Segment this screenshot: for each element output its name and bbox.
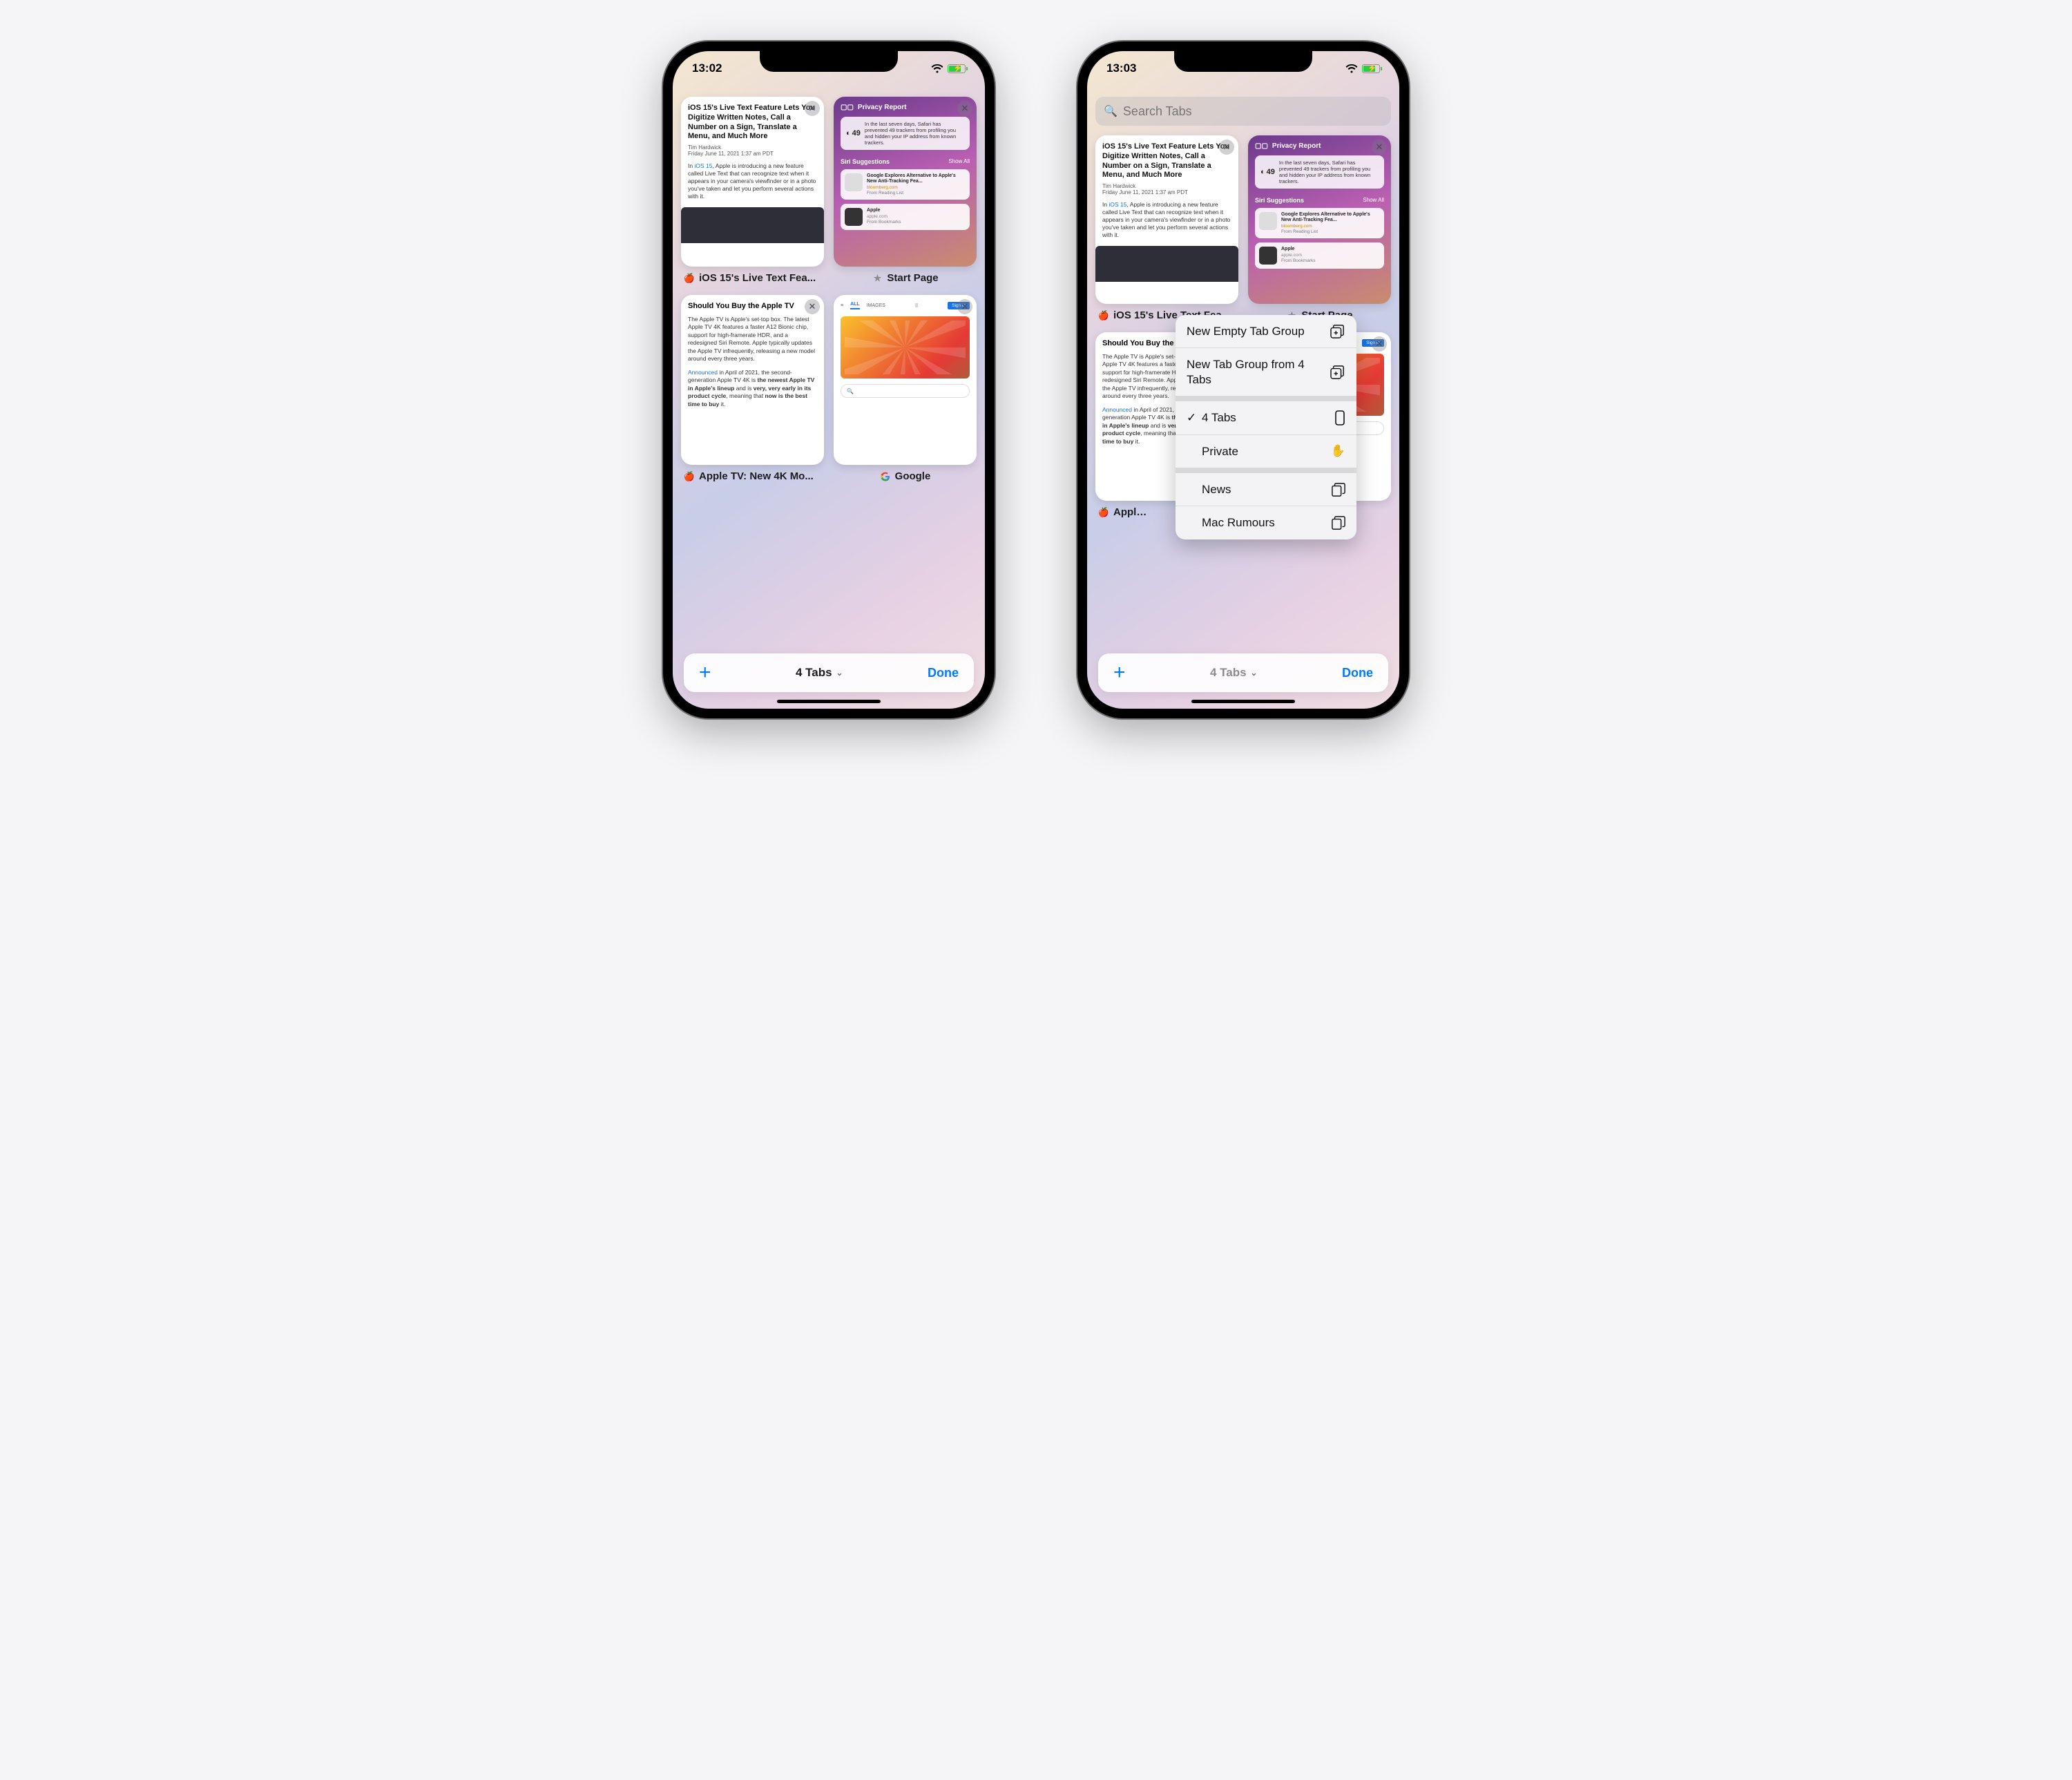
tab-group-menu: New Empty Tab Group New Tab Group from 4… (1176, 315, 1356, 539)
google-nav: ≡ ALL IMAGES ⠿ Sign in (838, 299, 972, 312)
embedded-image (681, 207, 824, 243)
screen-right: 13:03 ⚡ 🔍 ✕ iOS 15's Live Text Feature L… (1087, 51, 1399, 709)
squares-icon (1332, 483, 1345, 497)
home-indicator[interactable] (777, 700, 881, 703)
macrumors-icon: 🍎 (1098, 507, 1109, 518)
tab-title: 🍎 Apple TV: New 4K Mo... (681, 470, 824, 482)
close-tab-button[interactable]: ✕ (1372, 336, 1387, 352)
menu-separator (1176, 396, 1356, 401)
search-icon: 🔍 (1104, 104, 1117, 118)
menu-new-group-from-tabs[interactable]: New Tab Group from 4 Tabs (1176, 347, 1356, 396)
tab-thumbnail[interactable]: ✕ ▢▢Privacy Report ◐49In the last seven … (1248, 135, 1391, 304)
hand-icon: ✋ (1331, 444, 1345, 458)
macrumors-icon: 🍎 (1098, 310, 1109, 321)
menu-separator (1176, 468, 1356, 472)
suggestion-thumb (845, 173, 863, 191)
tab-card[interactable]: ✕ ▢▢Privacy Report ◐49In the last seven … (1248, 135, 1391, 321)
square-plus-icon (1330, 365, 1345, 379)
chevron-down-icon: ⌄ (1251, 668, 1258, 678)
status-icons: ⚡ (1345, 64, 1380, 73)
google-doodle (841, 316, 970, 379)
suggestion-row: Google Explores Alternative to Apple's N… (841, 169, 970, 200)
tab-thumbnail[interactable]: ✕ iOS 15's Live Text Feature Lets You Di… (681, 97, 824, 267)
notch (760, 51, 898, 72)
checkmark-icon: ✓ (1187, 411, 1199, 425)
close-tab-button[interactable]: ✕ (1219, 140, 1234, 155)
new-tab-button[interactable]: + (699, 661, 711, 685)
squares-icon (1332, 516, 1345, 530)
search-input[interactable] (1123, 104, 1383, 119)
close-tab-button[interactable]: ✕ (805, 101, 820, 116)
tab-card[interactable]: ✕ iOS 15's Live Text Feature Lets You Di… (681, 97, 824, 284)
close-tab-button[interactable]: ✕ (957, 101, 972, 116)
article-body: Announced in April of 2021, the second-g… (688, 369, 817, 408)
screen-left: 13:02 ⚡ ✕ iOS 15's Live Text Feature Let… (673, 51, 985, 709)
menu-new-empty-group[interactable]: New Empty Tab Group (1176, 315, 1356, 347)
bottom-toolbar: + 4 Tabs ⌄ Done (1098, 653, 1388, 692)
privacy-report-card: ◐49 In the last seven days, Safari has p… (841, 117, 970, 150)
notch (1174, 51, 1312, 72)
article-body: In iOS 15, Apple is introducing a new fe… (688, 162, 817, 200)
status-icons: ⚡ (931, 64, 966, 73)
menu-group-news[interactable]: News (1176, 472, 1356, 506)
tab-thumbnail[interactable]: ✕ ≡ ALL IMAGES ⠿ Sign in 🔍 (834, 295, 977, 465)
battery-icon: ⚡ (948, 64, 966, 73)
phone-icon (1334, 410, 1345, 425)
tab-thumbnail[interactable]: ✕ Should You Buy the Apple TV The Apple … (681, 295, 824, 465)
suggestion-row: Apple apple.com From Bookmarks (841, 204, 970, 230)
tab-thumbnail[interactable]: ✕ iOS 15's Live Text Feature Lets You Di… (1095, 135, 1238, 304)
tab-grid: ✕ iOS 15's Live Text Feature Lets You Di… (681, 97, 977, 482)
privacy-count: ◐49 (846, 129, 861, 137)
close-tab-button[interactable]: ✕ (957, 299, 972, 314)
wifi-icon (931, 64, 943, 73)
tab-title: 🍎 iOS 15's Live Text Fea... (681, 272, 824, 284)
article-headline: Should You Buy the Apple TV (688, 302, 817, 310)
tab-overview: ✕ iOS 15's Live Text Feature Lets You Di… (673, 90, 985, 709)
macrumors-icon: 🍎 (684, 273, 695, 284)
wifi-icon (1345, 64, 1358, 73)
done-button[interactable]: Done (928, 666, 959, 680)
new-tab-button[interactable]: + (1113, 661, 1126, 685)
siri-suggestions-header: Siri Suggestions Show All (841, 158, 970, 165)
star-icon: ★ (872, 273, 883, 284)
book-icon: ▢▢ (1255, 142, 1268, 150)
iphone-frame-right: 13:03 ⚡ 🔍 ✕ iOS 15's Live Text Feature L… (1077, 41, 1409, 718)
macrumors-icon: 🍎 (684, 471, 695, 482)
google-icon (880, 471, 891, 482)
tab-title: ★ Start Page (834, 272, 977, 284)
tab-card[interactable]: ✕ iOS 15's Live Text Feature Lets You Di… (1095, 135, 1238, 321)
menu-current-tabs[interactable]: ✓ 4 Tabs (1176, 401, 1356, 434)
tab-group-selector[interactable]: 4 Tabs ⌄ (796, 666, 843, 680)
privacy-report-header: ▢▢ Privacy Report (841, 104, 970, 111)
bottom-toolbar: + 4 Tabs ⌄ Done (684, 653, 974, 692)
tab-group-selector[interactable]: 4 Tabs ⌄ (1210, 666, 1258, 680)
tab-card[interactable]: ✕ ▢▢ Privacy Report ◐49 In the last seve… (834, 97, 977, 284)
google-search-box: 🔍 (841, 384, 970, 398)
book-icon: ▢▢ (841, 104, 854, 111)
menu-group-macrumours[interactable]: Mac Rumours (1176, 506, 1356, 539)
tab-card[interactable]: ✕ ≡ ALL IMAGES ⠿ Sign in 🔍 Goog (834, 295, 977, 482)
article-body: The Apple TV is Apple's set-top box. The… (688, 316, 817, 363)
status-time: 13:03 (1106, 61, 1136, 75)
hamburger-icon: ≡ (841, 303, 843, 308)
close-tab-button[interactable]: ✕ (1372, 140, 1387, 155)
home-indicator[interactable] (1191, 700, 1295, 703)
status-time: 13:02 (692, 61, 722, 75)
battery-icon: ⚡ (1362, 64, 1380, 73)
apps-icon: ⠿ (914, 303, 918, 309)
done-button[interactable]: Done (1342, 666, 1373, 680)
apple-logo-icon (845, 208, 863, 226)
iphone-frame-left: 13:02 ⚡ ✕ iOS 15's Live Text Feature Let… (663, 41, 995, 718)
chevron-down-icon: ⌄ (836, 668, 843, 678)
tab-title: Google (834, 470, 977, 482)
article-byline: Tim Hardwick Friday June 11, 2021 1:37 a… (688, 144, 817, 157)
article-headline: iOS 15's Live Text Feature Lets You Digi… (688, 104, 817, 142)
close-tab-button[interactable]: ✕ (805, 299, 820, 314)
square-plus-icon (1330, 325, 1345, 338)
tab-thumbnail[interactable]: ✕ ▢▢ Privacy Report ◐49 In the last seve… (834, 97, 977, 267)
tab-card[interactable]: ✕ Should You Buy the Apple TV The Apple … (681, 295, 824, 482)
search-tabs-bar[interactable]: 🔍 (1095, 97, 1391, 126)
menu-private[interactable]: Private ✋ (1176, 434, 1356, 468)
